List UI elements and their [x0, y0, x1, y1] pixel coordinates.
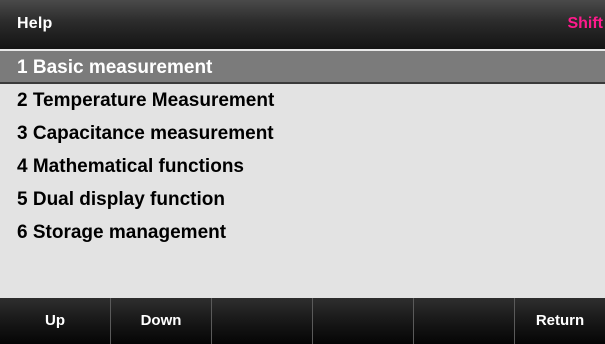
shift-indicator: Shift: [567, 15, 603, 32]
up-softkey[interactable]: Up: [0, 298, 111, 344]
help-topic-list: 1 Basic measurement 2 Temperature Measur…: [0, 51, 605, 298]
help-screen: Help Shift 1 Basic measurement 2 Tempera…: [0, 0, 605, 344]
return-softkey[interactable]: Return: [515, 298, 605, 344]
menu-item-temperature-measurement[interactable]: 2 Temperature Measurement: [0, 84, 605, 117]
menu-item-storage-management[interactable]: 6 Storage management: [0, 216, 605, 249]
softkey-bar: Up Down Return: [0, 298, 605, 344]
softkey-3[interactable]: [212, 298, 313, 344]
menu-list: 1 Basic measurement 2 Temperature Measur…: [0, 51, 605, 249]
softkey-4[interactable]: [313, 298, 414, 344]
softkey-5[interactable]: [414, 298, 515, 344]
page-title: Help: [17, 15, 53, 32]
menu-item-dual-display-function[interactable]: 5 Dual display function: [0, 183, 605, 216]
menu-item-basic-measurement[interactable]: 1 Basic measurement: [0, 51, 605, 84]
title-bar: Help Shift: [0, 0, 605, 49]
down-softkey[interactable]: Down: [111, 298, 212, 344]
menu-item-mathematical-functions[interactable]: 4 Mathematical functions: [0, 150, 605, 183]
menu-item-capacitance-measurement[interactable]: 3 Capacitance measurement: [0, 117, 605, 150]
